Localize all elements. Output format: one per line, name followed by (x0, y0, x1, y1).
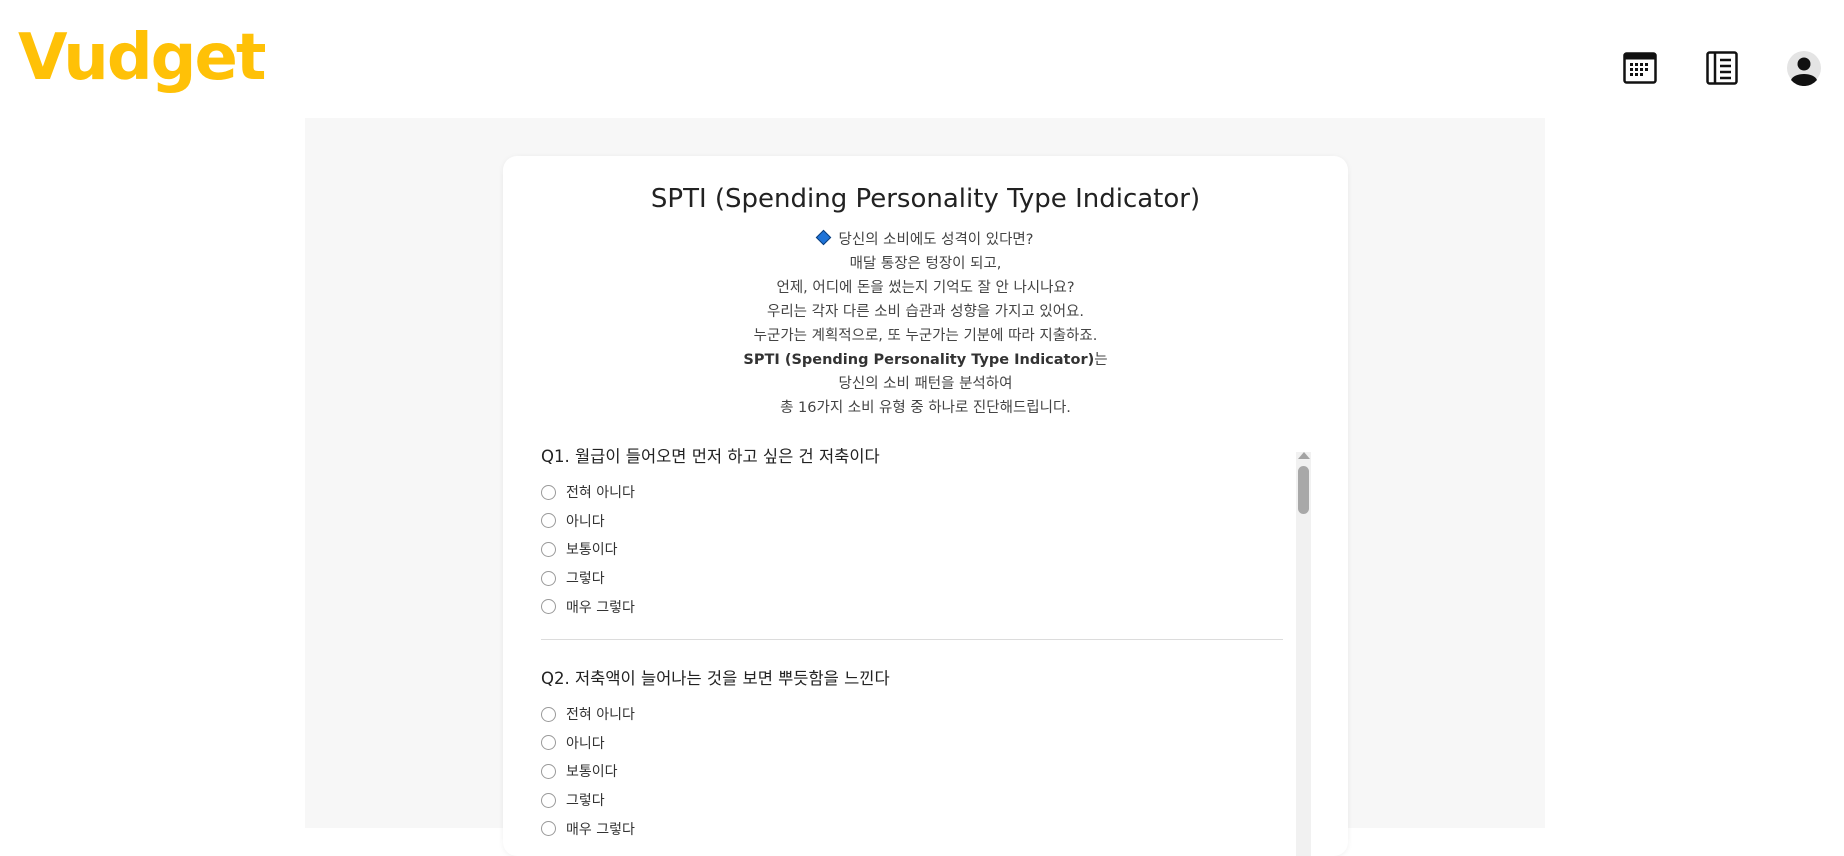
intro-line: 언제, 어디에 돈을 썼는지 기억도 잘 안 나시나요? (776, 280, 1075, 296)
question-divider (541, 638, 1283, 640)
question-label: Q2. 저축액이 늘어나는 것을 보면 뿌듯함을 느낀다 (541, 668, 890, 688)
question-scrollbar[interactable] (1296, 452, 1311, 856)
survey-intro: 당신의 소비에도 성격이 있다면? 매달 통장은 텅장이 되고, 언제, 어디에… (503, 228, 1348, 420)
radio-button[interactable] (541, 513, 556, 529)
radio-button[interactable] (541, 821, 556, 837)
answer-option[interactable]: 매우 그렇다 (541, 592, 1283, 621)
answer-option[interactable]: 전혀 아니다 (541, 478, 1283, 507)
scroll-up-arrow-icon[interactable] (1298, 452, 1310, 459)
question-label: Q1. 월급이 들어오면 먼저 하고 싶은 건 저축이다 (541, 447, 880, 466)
radio-button[interactable] (541, 570, 556, 586)
intro-line: 매달 통장은 텅장이 되고, (849, 256, 1002, 272)
intro-line: 당신의 소비 패턴을 분석하여 (838, 376, 1013, 392)
intro-line: 당신의 소비에도 성격이 있다면? (503, 228, 1348, 252)
radio-button[interactable] (541, 763, 556, 779)
top-header: Vudget (0, 0, 1844, 118)
answer-option[interactable]: 아니다 (541, 507, 1283, 536)
header-icon-bar (1620, 48, 1824, 88)
survey-card: SPTI (Spending Personality Type Indicato… (503, 156, 1348, 856)
diamond-icon (815, 229, 831, 246)
radio-button[interactable] (541, 792, 556, 808)
question-item: Q2. 저축액이 늘어나는 것을 보면 뿌듯함을 느낀다 전혀 아니다 아니다 … (541, 668, 1283, 843)
radio-button[interactable] (541, 599, 556, 615)
answer-option[interactable]: 그렇다 (541, 564, 1283, 593)
question-item: Q1. 월급이 들어오면 먼저 하고 싶은 건 저축이다 전혀 아니다 아니다 … (541, 446, 1283, 621)
survey-title: SPTI (Spending Personality Type Indicato… (650, 184, 1201, 214)
calendar-icon[interactable] (1620, 48, 1660, 88)
intro-line: SPTI (Spending Personality Type Indicato… (743, 352, 1108, 368)
answer-option[interactable]: 보통이다 (541, 535, 1283, 564)
answer-option[interactable]: 전혀 아니다 (541, 700, 1283, 729)
answer-option[interactable]: 그렇다 (541, 786, 1283, 815)
radio-button[interactable] (541, 735, 556, 751)
intro-line: 총 16가지 소비 유형 중 하나로 진단해드립니다. (780, 400, 1071, 416)
answer-option[interactable]: 매우 그렇다 (541, 814, 1283, 843)
radio-button[interactable] (541, 541, 556, 557)
profile-icon[interactable] (1784, 48, 1824, 88)
radio-button[interactable] (541, 484, 556, 500)
intro-line: 우리는 각자 다른 소비 습관과 성향을 가지고 있어요. (766, 304, 1084, 320)
ledger-icon[interactable] (1702, 48, 1742, 88)
question-list: Q1. 월급이 들어오면 먼저 하고 싶은 건 저축이다 전혀 아니다 아니다 … (541, 446, 1283, 856)
answer-option[interactable]: 보통이다 (541, 757, 1283, 786)
intro-bold-name: SPTI (Spending Personality Type Indicato… (743, 352, 1095, 368)
app-logo[interactable]: Vudget (18, 22, 266, 94)
answer-option[interactable]: 아니다 (541, 729, 1283, 758)
scroll-thumb[interactable] (1298, 466, 1309, 514)
intro-line: 누군가는 계획적으로, 또 누군가는 기분에 따라 지출하죠. (753, 328, 1098, 344)
radio-button[interactable] (541, 706, 556, 722)
